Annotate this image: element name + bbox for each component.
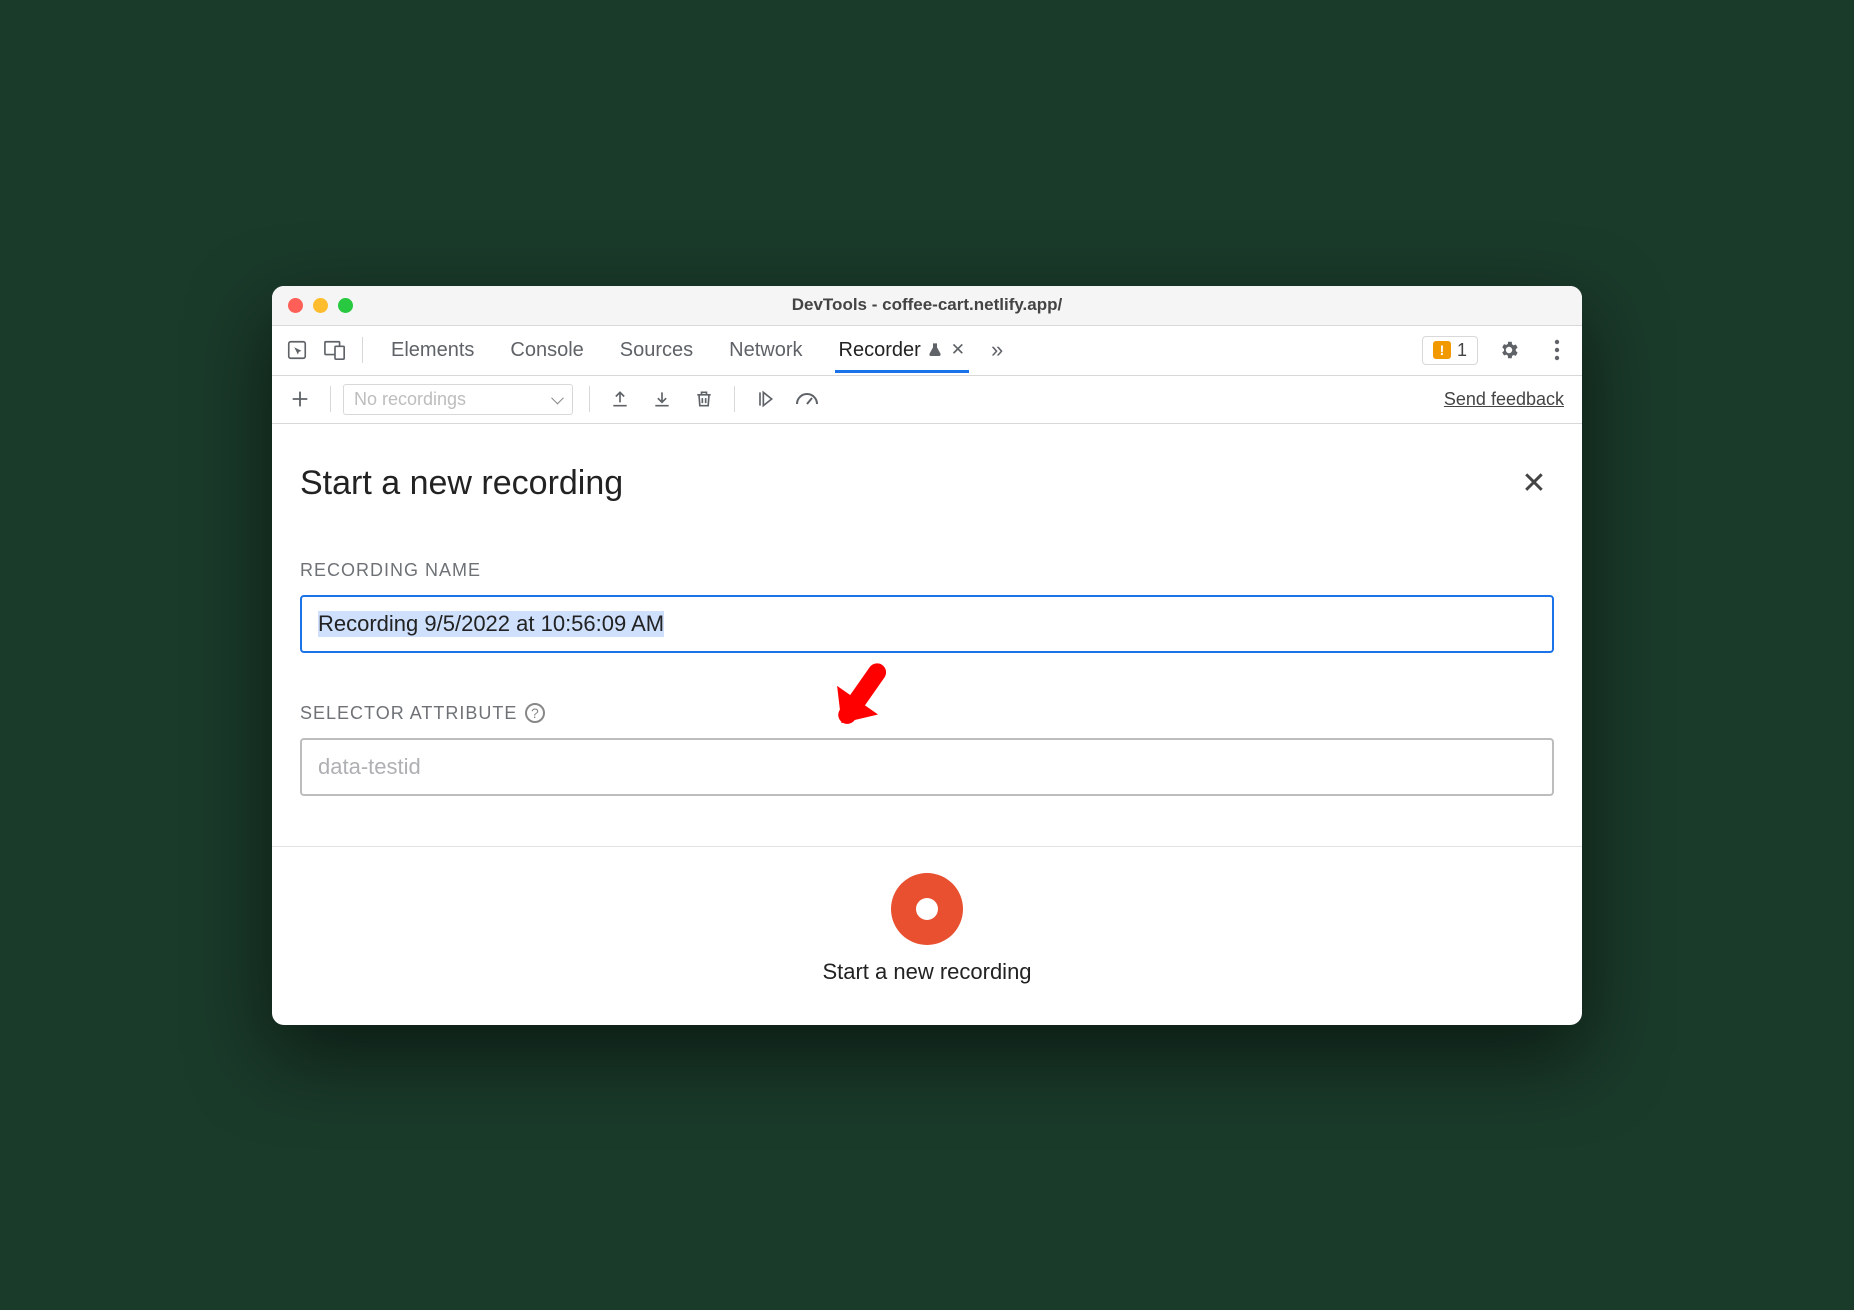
export-icon[interactable]	[602, 381, 638, 417]
minimize-window-button[interactable]	[313, 298, 328, 313]
selector-attribute-label-text: SELECTOR ATTRIBUTE	[300, 703, 517, 724]
inspect-element-icon[interactable]	[280, 333, 314, 367]
tab-recorder[interactable]: Recorder ✕	[835, 329, 970, 373]
close-tab-icon[interactable]: ✕	[951, 340, 965, 360]
new-recording-panel: Start a new recording ✕ RECORDING NAME S…	[272, 424, 1582, 846]
tab-sources[interactable]: Sources	[616, 329, 697, 372]
titlebar: DevTools - coffee-cart.netlify.app/	[272, 286, 1582, 326]
issues-count: 1	[1457, 340, 1467, 361]
tab-network[interactable]: Network	[725, 329, 806, 372]
warning-icon: !	[1433, 341, 1451, 359]
help-icon[interactable]: ?	[525, 703, 545, 723]
replay-icon[interactable]	[747, 381, 783, 417]
tab-elements[interactable]: Elements	[387, 329, 478, 372]
import-icon[interactable]	[644, 381, 680, 417]
start-recording-button[interactable]	[891, 873, 963, 945]
panel-title: Start a new recording	[300, 464, 623, 503]
send-feedback-link[interactable]: Send feedback	[1444, 389, 1572, 410]
add-recording-icon[interactable]	[282, 381, 318, 417]
recordings-dropdown[interactable]: No recordings	[343, 384, 573, 415]
kebab-menu-icon[interactable]	[1540, 333, 1574, 367]
tab-console[interactable]: Console	[506, 329, 587, 372]
start-recording-label: Start a new recording	[822, 959, 1031, 985]
delete-icon[interactable]	[686, 381, 722, 417]
close-panel-icon[interactable]: ✕	[1514, 464, 1554, 504]
issues-badge[interactable]: ! 1	[1422, 336, 1478, 365]
window-title: DevTools - coffee-cart.netlify.app/	[272, 295, 1582, 315]
panel-footer: Start a new recording	[272, 846, 1582, 1025]
settings-icon[interactable]	[1492, 333, 1526, 367]
separator	[362, 337, 363, 363]
separator	[734, 386, 735, 412]
tabbar: Elements Console Sources Network Recorde…	[272, 326, 1582, 376]
performance-icon[interactable]	[789, 381, 825, 417]
separator	[330, 386, 331, 412]
recording-name-input[interactable]	[300, 595, 1554, 653]
selector-attribute-label: SELECTOR ATTRIBUTE ?	[300, 703, 1554, 724]
more-tabs-icon[interactable]: »	[991, 337, 1003, 363]
tab-recorder-label: Recorder	[839, 339, 921, 362]
traffic-lights	[272, 298, 353, 313]
tabs: Elements Console Sources Network Recorde…	[387, 329, 969, 372]
flask-icon	[927, 342, 943, 358]
recording-name-label: RECORDING NAME	[300, 560, 1554, 581]
separator	[589, 386, 590, 412]
devtools-window: DevTools - coffee-cart.netlify.app/ Elem…	[272, 286, 1582, 1025]
close-window-button[interactable]	[288, 298, 303, 313]
maximize-window-button[interactable]	[338, 298, 353, 313]
recorder-toolbar: No recordings Send feedback	[272, 376, 1582, 424]
tabbar-right: ! 1	[1422, 333, 1574, 367]
selector-attribute-input[interactable]	[300, 738, 1554, 796]
device-toggle-icon[interactable]	[318, 333, 352, 367]
panel-header: Start a new recording ✕	[300, 464, 1554, 504]
